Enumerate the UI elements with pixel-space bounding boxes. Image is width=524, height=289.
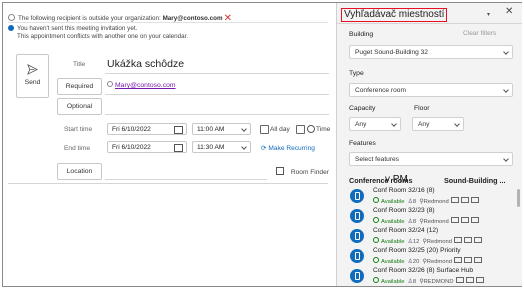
display-icon: [473, 237, 482, 243]
room-list-scrollbar[interactable]: [517, 24, 521, 286]
end-time-label: End time: [64, 145, 91, 152]
outside-org-email: Mary@contoso.com: [162, 15, 223, 22]
room-finder-button[interactable]: Room Finder: [276, 167, 329, 176]
title-input[interactable]: Ukážka schôdze: [107, 58, 184, 70]
make-recurring-button[interactable]: ⟳ Make Recurring: [261, 144, 315, 152]
features-label: Features: [349, 140, 376, 147]
rooms-heading-pm: v PM: [385, 174, 408, 185]
type-label: Type: [349, 70, 364, 77]
room-icon: [350, 269, 364, 283]
building-select[interactable]: Puget Sound-Building 32: [349, 45, 513, 59]
building-label: Building: [349, 31, 374, 38]
rooms-heading: Conference rooms v PM Sound-Building ...: [349, 174, 506, 185]
room-list-item[interactable]: Conf Room 32/23 (8) Available ♙8 ⚲Redmon…: [347, 207, 507, 229]
meeting-window: The following recipient is outside your …: [2, 2, 522, 287]
end-time-select[interactable]: 11:30 AM: [192, 141, 251, 153]
conflict-alert: This appointment conflicts with another …: [17, 33, 189, 40]
available-check-icon: [373, 257, 379, 263]
room-icon: [350, 249, 364, 263]
video-icon: [465, 277, 474, 283]
end-date-input[interactable]: Fri 6/10/2022: [107, 141, 187, 153]
available-check-icon: [373, 237, 379, 243]
room-list-item[interactable]: Conf Room 32/24 (12) Available ♙12 ⚲Redm…: [347, 227, 507, 249]
start-date-input[interactable]: Fri 6/10/2022: [107, 123, 187, 135]
room-list-item[interactable]: Conf Room 32/26 (8) Surface Hub Availabl…: [347, 267, 507, 289]
send-icon: [27, 64, 38, 75]
audio-icon: [455, 277, 464, 283]
room-finder-pane: Vyhľadávač miestností ▾ ✕ Building Clear…: [336, 3, 522, 286]
title-divider: [337, 23, 522, 24]
presence-icon: [107, 81, 113, 87]
close-icon[interactable]: ✕: [505, 6, 513, 17]
scrollbar-thumb[interactable]: [517, 189, 520, 207]
floor-label: Floor: [414, 105, 430, 112]
room-icon: [350, 229, 364, 243]
available-check-icon: [373, 277, 379, 283]
info-icon: [8, 25, 14, 31]
compose-pane: The following recipient is outside your …: [3, 3, 333, 286]
chevron-down-icon: [454, 121, 460, 127]
floor-select[interactable]: Any: [412, 117, 464, 131]
display-icon: [475, 277, 484, 283]
all-day-checkbox[interactable]: [260, 125, 269, 134]
room-list-item[interactable]: Conf Room 32/25 (20) Priority Available …: [347, 247, 507, 269]
location-underline: [105, 179, 267, 180]
capacity-select[interactable]: Any: [349, 117, 401, 131]
not-sent-alert: You haven't sent this meeting invitation…: [8, 25, 137, 33]
video-icon: [463, 257, 472, 263]
capacity-label: Capacity: [349, 105, 376, 112]
video-icon: [460, 197, 469, 203]
room-finder-icon: [276, 167, 284, 175]
type-select[interactable]: Conference room: [349, 83, 513, 97]
rooms-heading-building: Sound-Building ...: [444, 176, 506, 185]
send-button[interactable]: Send: [16, 54, 49, 98]
time-zones-label: Time: [316, 126, 331, 133]
time-zones-checkbox[interactable]: [296, 125, 305, 134]
chevron-down-icon: [503, 87, 509, 93]
room-icon: [350, 189, 364, 203]
optional-underline: [105, 114, 329, 115]
required-button[interactable]: Required: [57, 78, 102, 95]
display-icon: [470, 197, 479, 203]
optional-button[interactable]: Optional: [57, 98, 102, 115]
audio-icon: [453, 257, 462, 263]
display-icon: [473, 257, 482, 263]
room-finder-title: Vyhľadávač miestností: [341, 8, 448, 22]
available-check-icon: [373, 197, 379, 203]
start-time-label: Start time: [64, 126, 93, 133]
audio-icon: [450, 197, 459, 203]
chevron-down-icon: [241, 144, 247, 150]
chevron-down-icon: [391, 121, 397, 127]
chevron-down-icon: [503, 156, 509, 162]
audio-icon: [453, 237, 462, 243]
audio-icon: [450, 217, 459, 223]
start-time-select[interactable]: 11:00 AM: [192, 123, 251, 135]
calendar-icon[interactable]: [174, 126, 183, 134]
location-button[interactable]: Location: [57, 163, 102, 180]
alert-divider: [8, 22, 328, 23]
info-outline-icon: [8, 14, 15, 21]
available-check-icon: [373, 217, 379, 223]
all-day-label: All day: [270, 126, 290, 133]
chevron-down-icon: [503, 49, 509, 55]
chevron-down-icon: [241, 126, 247, 132]
title-label: Title: [73, 61, 86, 68]
form-bottom-divider: [8, 183, 328, 184]
title-underline: [105, 73, 329, 74]
clear-filters-link[interactable]: Clear filters: [463, 30, 496, 37]
video-icon: [460, 217, 469, 223]
room-icon: [350, 209, 364, 223]
display-icon: [470, 217, 479, 223]
features-select[interactable]: Select features: [349, 152, 513, 166]
calendar-icon[interactable]: [174, 144, 183, 152]
video-icon: [463, 237, 472, 243]
required-recipient[interactable]: Mary@contoso.com: [107, 81, 176, 89]
collapse-chevron-icon[interactable]: ▾: [487, 11, 490, 18]
recurring-icon: ⟳: [261, 145, 267, 152]
room-list-item[interactable]: Conf Room 32/16 (8) Available ♙8 ⚲Redmon…: [347, 187, 507, 209]
required-underline: [105, 94, 329, 95]
globe-icon: [307, 125, 315, 133]
